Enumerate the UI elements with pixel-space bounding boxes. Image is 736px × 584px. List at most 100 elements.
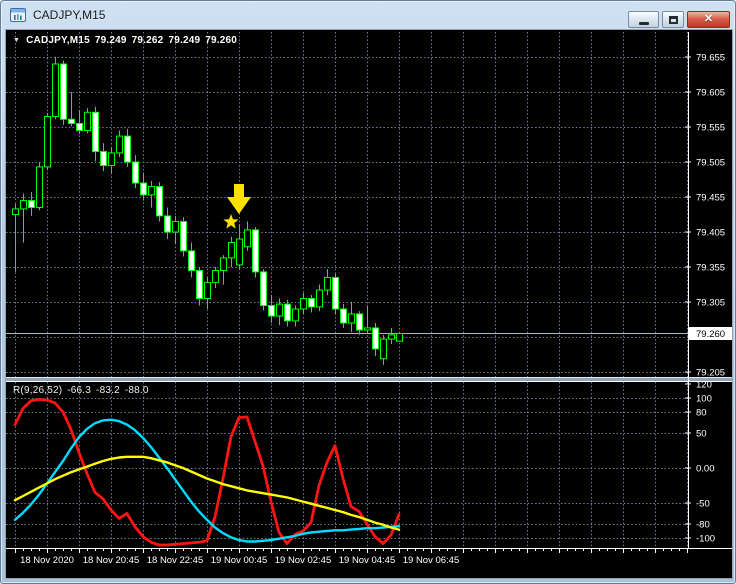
candle <box>77 111 83 134</box>
candle-body <box>205 282 211 298</box>
time-axis-label: 19 Nov 02:45 <box>275 555 332 566</box>
price-axis-label: 79.655 <box>696 53 725 64</box>
grid <box>6 32 688 547</box>
candle <box>213 267 219 288</box>
indicator-axis-label: -100 <box>696 534 715 545</box>
candle-body <box>381 339 387 359</box>
indicator-axis-label: 0.00 <box>696 464 715 475</box>
symbol-period-label: CADJPY,M15 <box>26 35 90 46</box>
candle <box>61 61 67 125</box>
candle <box>389 328 395 344</box>
candle <box>109 148 115 174</box>
candle <box>149 181 155 208</box>
candle <box>317 285 323 312</box>
chart-canvas[interactable]: 79.65579.60579.55579.50579.45579.40579.3… <box>6 30 732 578</box>
candle <box>253 227 259 277</box>
time-axis[interactable]: 18 Nov 202018 Nov 20:4518 Nov 22:4519 No… <box>16 549 688 566</box>
time-axis-label: 19 Nov 00:45 <box>211 555 268 566</box>
candle-body <box>165 216 171 232</box>
time-axis-label: 19 Nov 06:45 <box>403 555 460 566</box>
candle-body <box>261 272 267 306</box>
candle-body <box>77 124 83 131</box>
time-axis-label: 18 Nov 2020 <box>20 555 74 566</box>
candle-body <box>101 152 107 166</box>
candle <box>157 182 163 221</box>
close-icon: ✕ <box>704 14 713 25</box>
candle <box>173 216 179 244</box>
sell-arrow-marker <box>227 184 251 214</box>
time-axis-label: 18 Nov 22:45 <box>147 555 204 566</box>
candle-body <box>373 328 379 349</box>
time-axis-label: 19 Nov 04:45 <box>339 555 396 566</box>
candle-body <box>117 136 123 153</box>
price-axis-label: 79.205 <box>696 368 725 379</box>
candle-body <box>309 299 315 307</box>
candle-body <box>61 64 67 119</box>
candle-body <box>301 299 307 310</box>
candle-body <box>157 187 163 216</box>
indicator-axis-label: 50 <box>696 429 707 440</box>
price-axis[interactable]: 79.65579.60579.55579.50579.45579.40579.3… <box>685 53 732 379</box>
candle-body <box>45 117 51 167</box>
candle <box>93 107 99 162</box>
candle-body <box>85 112 91 130</box>
minimize-button[interactable] <box>628 11 659 28</box>
candle-body <box>277 304 283 316</box>
candle-body <box>37 167 43 208</box>
candle <box>165 208 171 240</box>
candle-body <box>285 304 291 321</box>
restore-button[interactable] <box>662 11 684 28</box>
candle <box>325 269 331 295</box>
candle <box>285 300 291 327</box>
chart-ohlc-header: ▼ CADJPY,M15 79.249 79.262 79.249 79.260 <box>13 35 237 46</box>
indicator-axis[interactable]: 12010080500.00-50-80-100 <box>685 380 715 545</box>
candle <box>229 237 235 267</box>
close-button[interactable]: ✕ <box>687 11 730 28</box>
candle-body <box>229 243 235 258</box>
candle <box>309 295 315 313</box>
price-axis-label: 79.555 <box>696 123 725 134</box>
star-marker <box>223 214 238 229</box>
candle-body <box>317 290 323 307</box>
candle <box>357 311 363 335</box>
candle-body <box>325 278 331 291</box>
price-axis-label: 79.355 <box>696 263 725 274</box>
indicator-axis-label: 120 <box>696 380 712 391</box>
chevron-down-icon[interactable]: ▼ <box>13 37 20 44</box>
candle-body <box>389 335 395 339</box>
candle <box>133 155 139 188</box>
candle-body <box>349 314 355 323</box>
indicator-value-2: -83.2 <box>96 385 120 396</box>
candle <box>69 92 75 126</box>
titlebar[interactable]: CADJPY,M15 ✕ <box>1 1 735 29</box>
chart-window: CADJPY,M15 ✕ 79.65579.60579.55579.50579.… <box>0 0 736 584</box>
candle <box>269 295 275 323</box>
candle-body <box>93 112 99 151</box>
price-axis-label: 79.305 <box>696 298 725 309</box>
indicator-value-3: -88.0 <box>125 385 149 396</box>
candle-body <box>357 314 363 330</box>
candle-body <box>21 201 27 209</box>
candle <box>397 332 403 341</box>
candle <box>85 108 91 133</box>
candle-body <box>213 271 219 283</box>
candle-body <box>253 230 259 272</box>
window-title: CADJPY,M15 <box>33 8 105 22</box>
candle-body <box>365 328 371 330</box>
candle-body <box>69 119 75 123</box>
candle <box>237 224 243 269</box>
candle-body <box>181 222 187 251</box>
indicator-axis-label: 80 <box>696 408 707 419</box>
candle-body <box>53 64 59 117</box>
price-axis-label: 79.405 <box>696 228 725 239</box>
candle <box>301 293 307 314</box>
restore-icon <box>669 16 678 24</box>
close-value: 79.260 <box>205 35 237 46</box>
candle <box>45 113 51 170</box>
candle-body <box>133 162 139 183</box>
chart-client-area[interactable]: 79.65579.60579.55579.50579.45579.40579.3… <box>5 29 733 579</box>
candle <box>333 274 339 314</box>
candle-body <box>221 258 227 271</box>
candle-body <box>149 187 155 195</box>
candle <box>189 243 195 278</box>
